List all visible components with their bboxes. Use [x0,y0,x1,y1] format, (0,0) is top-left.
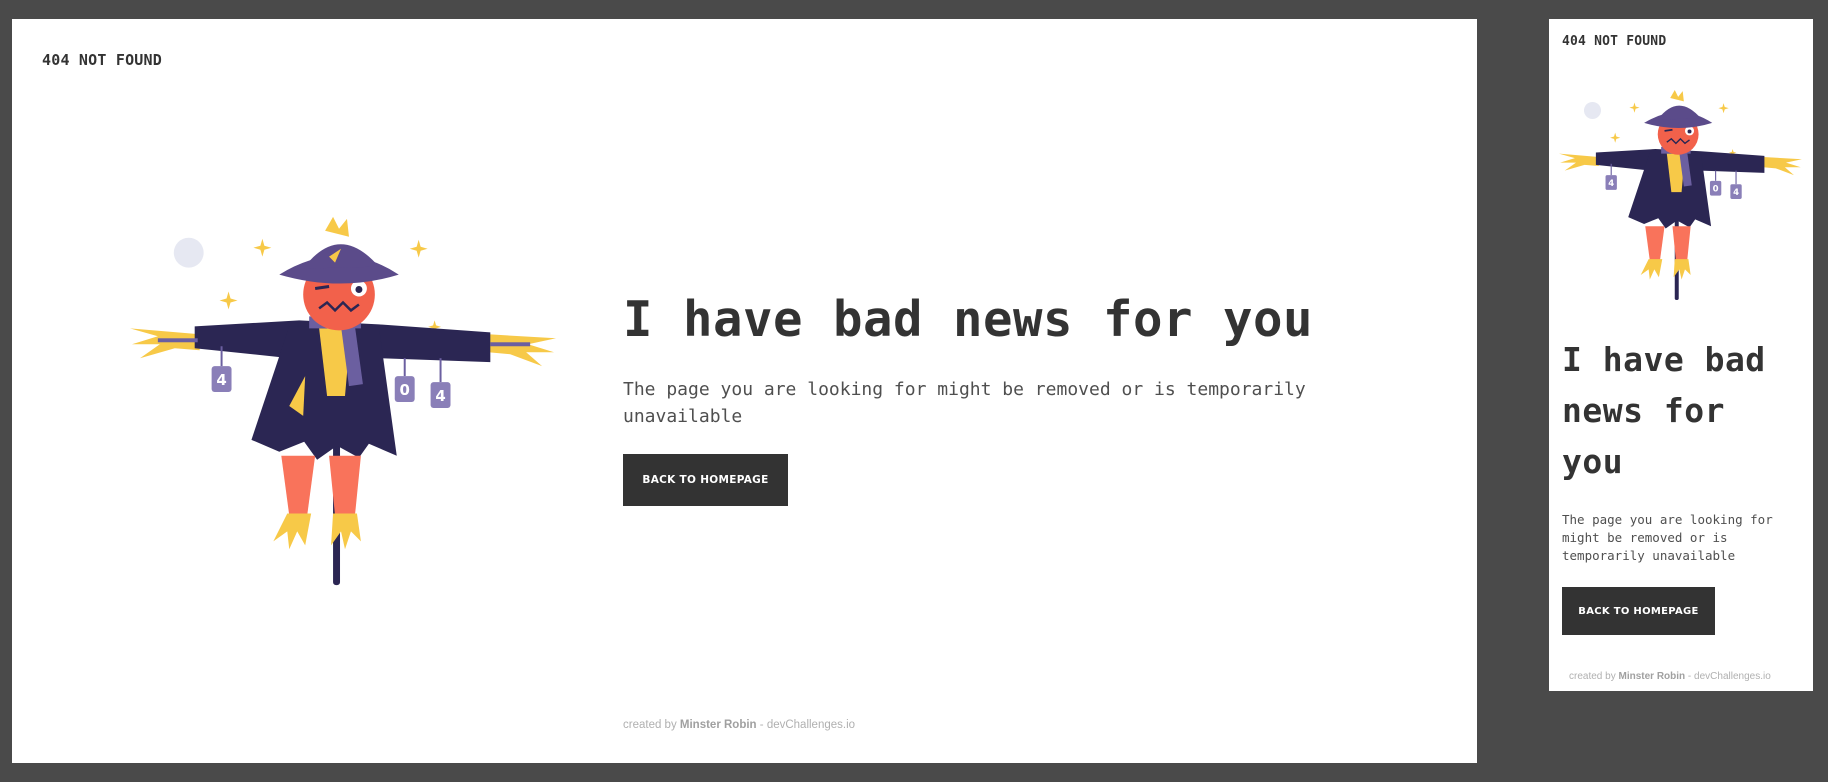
footer-separator: - [1685,671,1695,682]
footer-credit: created by Minster Robin - devChallenges… [623,719,855,731]
scarecrow-illustration: 4 0 4 [1559,89,1803,301]
footer-site-link[interactable]: devChallenges.io [1694,671,1771,682]
hero-content: I have bad news for you The page you are… [623,289,1343,507]
headline-line: I have bad [1562,340,1766,379]
footer-author[interactable]: Minster Robin [680,719,757,731]
mobile-viewport: 404 NOT FOUND 4 0 4 I have bad news for … [1549,19,1813,691]
page-headline: I have bad news for you [623,291,1314,348]
scarecrow-illustration: 4 0 4 [130,215,558,587]
brand-title[interactable]: 404 NOT FOUND [1562,34,1666,49]
brand-title[interactable]: 404 NOT FOUND [42,51,162,69]
sign-label: 0 [1713,185,1719,195]
headline-line: you [1562,442,1624,481]
back-to-homepage-button[interactable]: BACK TO HOMEPAGE [623,454,788,507]
sign-label: 4 [435,387,445,405]
desktop-viewport: 404 NOT FOUND 4 0 4 I have bad news for … [12,19,1477,763]
hero-content: I have bad news for you The page you are… [1562,334,1802,635]
sign-label: 4 [1608,179,1614,189]
footer-prefix: created by [1569,671,1616,682]
back-to-homepage-button[interactable]: BACK TO HOMEPAGE [1562,587,1715,635]
scarecrow-icon: 4 0 4 [1559,90,1802,300]
page-description: The page you are looking for might be re… [623,379,1306,428]
sign-label: 4 [1733,188,1739,198]
scarecrow-icon: 4 0 4 [130,216,557,586]
headline-line: news for [1562,391,1725,430]
page-headline: I have bad news for you [1562,334,1802,487]
moon-icon [173,237,204,268]
footer-credit: created by Minster Robin - devChallenges… [1569,671,1771,682]
page-description: The page you are looking for might be re… [1562,512,1773,563]
sign-label: 0 [400,381,410,399]
moon-icon [1583,101,1601,119]
footer-author[interactable]: Minster Robin [1618,671,1685,682]
footer-site-link[interactable]: devChallenges.io [767,719,855,731]
footer-prefix: created by [623,719,677,731]
sign-label: 4 [216,371,226,389]
footer-separator: - [756,719,767,731]
